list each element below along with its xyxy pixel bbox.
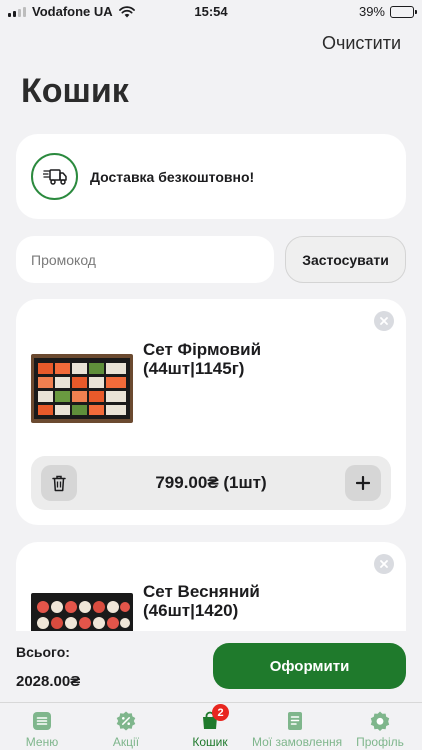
battery-percentage: 39%	[358, 4, 385, 19]
delivery-truck-icon	[31, 153, 78, 200]
page-title: Кошик	[21, 72, 129, 110]
checkout-button[interactable]: Оформити	[213, 643, 406, 689]
product-name: Сет Фірмовий (44шт|1145г)	[143, 340, 262, 378]
plus-icon	[356, 476, 370, 490]
delivery-banner: Доставка безкоштовно!	[16, 134, 406, 219]
tab-profile[interactable]: Профіль	[338, 703, 422, 750]
increase-quantity-button[interactable]	[345, 465, 381, 501]
total-label: Всього:	[16, 644, 70, 660]
close-icon	[380, 560, 388, 568]
tab-label: Мої замовлення	[252, 735, 343, 749]
tab-promotions[interactable]: Акції	[84, 703, 168, 750]
apply-promo-button[interactable]: Застосувати	[285, 236, 406, 283]
tab-bar: Меню Акції 2 Кошик Мої замовлення Профіл…	[0, 702, 422, 750]
status-bar: Vodafone UA 15:54 39%	[0, 0, 422, 24]
tab-menu[interactable]: Меню	[0, 703, 84, 750]
profile-icon	[370, 711, 390, 731]
checkout-panel: Всього: 2028.00₴ Оформити	[0, 631, 422, 702]
remove-item-button[interactable]	[374, 311, 394, 331]
promotions-icon	[116, 711, 136, 731]
tab-my-orders[interactable]: Мої замовлення	[252, 703, 343, 750]
product-name: Сет Весняний (46шт|1420)	[143, 582, 260, 620]
close-icon	[380, 317, 388, 325]
orders-icon	[288, 712, 302, 730]
promo-code-input[interactable]	[16, 236, 274, 283]
cart-badge: 2	[212, 704, 229, 721]
cart-item: Сет Фірмовий (44шт|1145г) 799.00₴ (1шт)	[16, 299, 406, 525]
delivery-text: Доставка безкоштовно!	[90, 168, 255, 185]
total-value: 2028.00₴	[16, 673, 81, 690]
menu-icon	[33, 712, 51, 730]
price-quantity: 799.00₴ (1шт)	[155, 473, 267, 492]
tab-label: Кошик	[192, 735, 228, 749]
tab-label: Меню	[25, 735, 59, 749]
remove-item-button[interactable]	[374, 554, 394, 574]
tab-label: Профіль	[356, 735, 404, 749]
status-right: 39%	[358, 4, 417, 19]
tab-cart[interactable]: 2 Кошик	[168, 703, 252, 750]
quantity-control: 799.00₴ (1шт)	[31, 456, 391, 510]
tab-label: Акції	[112, 735, 140, 749]
clear-cart-button[interactable]: Очистити	[322, 33, 401, 54]
sushi-set-image	[31, 354, 133, 423]
battery-icon	[390, 5, 417, 18]
